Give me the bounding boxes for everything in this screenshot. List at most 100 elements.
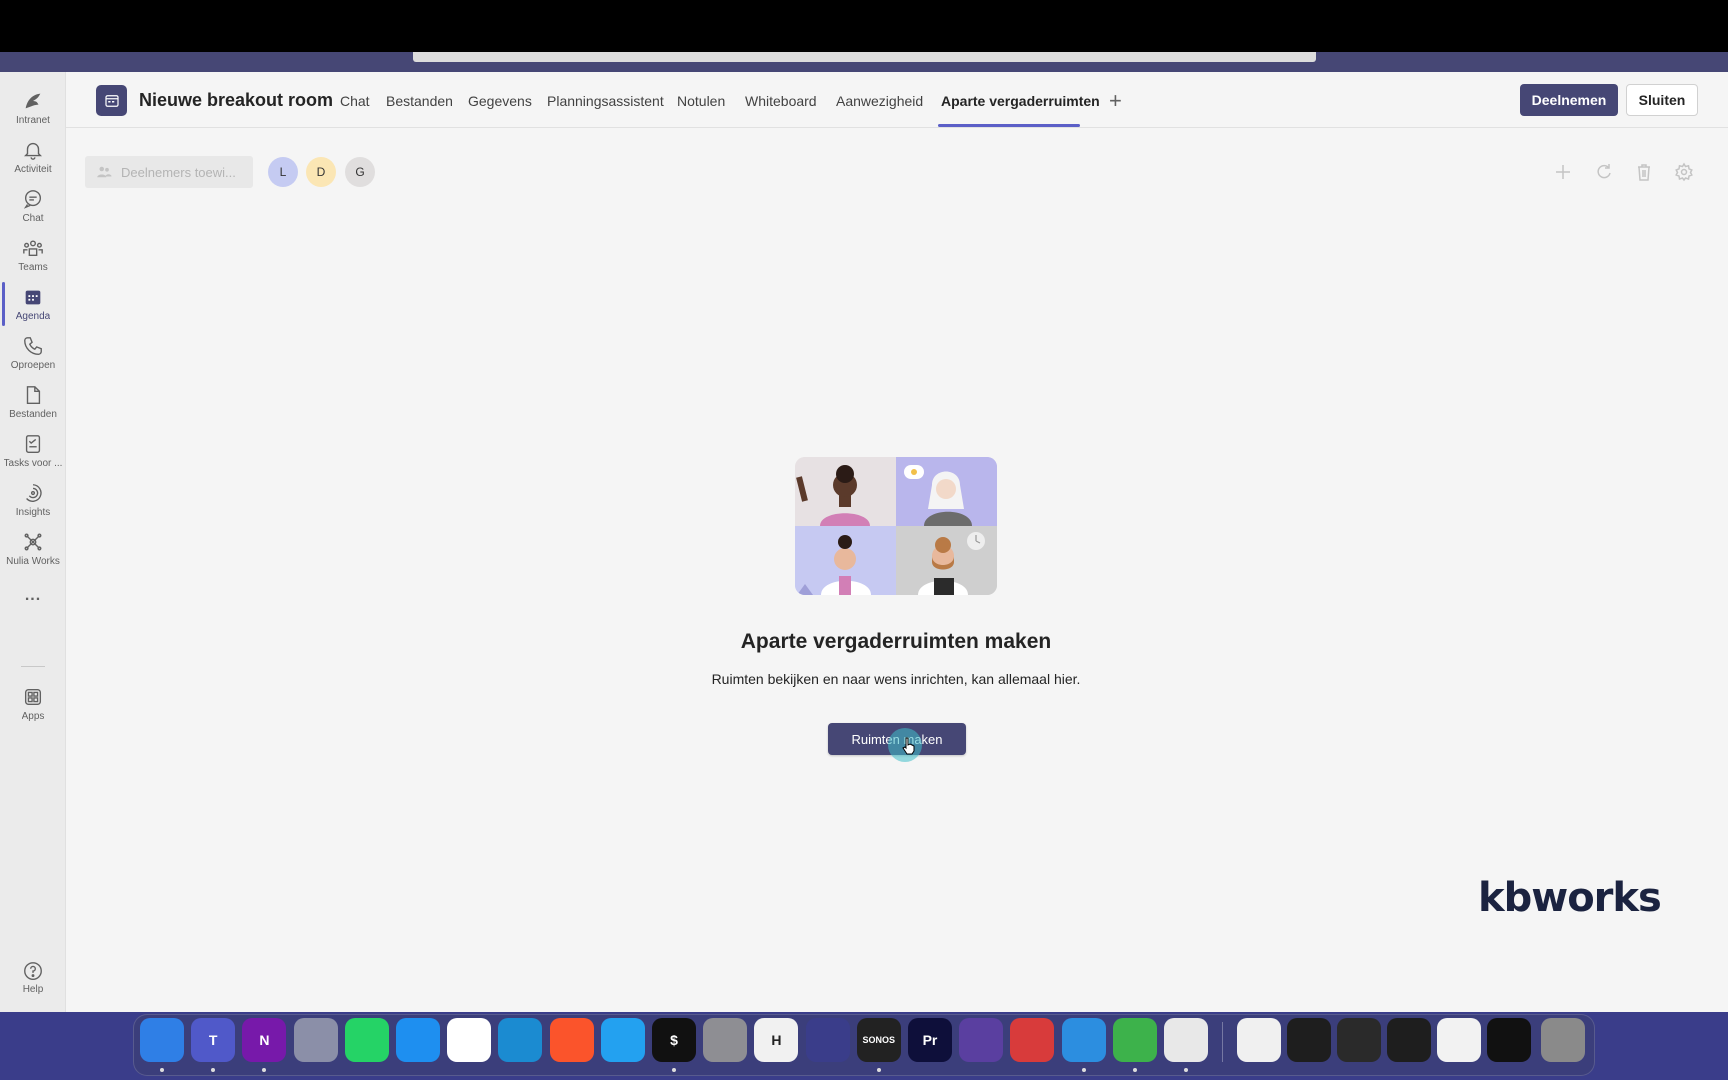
illustration-tile [795, 526, 896, 595]
calendar-icon [25, 290, 41, 305]
chat-icon [23, 190, 42, 209]
insights-icon [26, 484, 42, 502]
rail-label-calls: Oproepen [10, 360, 56, 371]
dock-app-hemingway[interactable]: H [754, 1018, 799, 1062]
tab-files[interactable]: Bestanden [386, 93, 453, 109]
rail-item-insights[interactable]: Insights [0, 474, 66, 526]
dock-recent-window[interactable] [1387, 1018, 1431, 1062]
dock-app-numbers[interactable] [1112, 1018, 1157, 1062]
add-room-icon[interactable] [1553, 162, 1573, 182]
rail-label-activity: Activiteit [14, 164, 52, 175]
tab-whiteboard[interactable]: Whiteboard [745, 93, 817, 109]
dock-app-teams[interactable]: T [191, 1018, 236, 1062]
dock-app-remote-desktop[interactable] [1010, 1018, 1055, 1062]
page-title: Nieuwe breakout room [139, 90, 334, 110]
close-button[interactable]: Sluiten [1626, 84, 1698, 116]
meeting-header: Nieuwe breakout room Chat Bestanden Gege… [66, 72, 1728, 128]
rail-item-intranet[interactable]: Intranet [0, 82, 66, 134]
dock-app-system-preferences[interactable] [703, 1018, 748, 1062]
dock-app-brave[interactable] [549, 1018, 594, 1062]
dock-app-edge[interactable] [498, 1018, 543, 1062]
rail-item-tasks[interactable]: Tasks voor ... [0, 425, 66, 477]
rail-label-chat: Chat [22, 213, 44, 224]
bell-icon [24, 142, 42, 160]
dock-app-safari[interactable] [396, 1018, 440, 1062]
teams-window: Intranet Activiteit Chat Teams Agenda Op… [0, 72, 1728, 1012]
dock-recent-window[interactable] [1287, 1018, 1331, 1062]
file-icon [26, 386, 41, 404]
dock-app-vscode[interactable] [600, 1018, 645, 1062]
avatar[interactable]: G [345, 157, 375, 187]
rail-item-activity[interactable]: Activiteit [0, 131, 66, 183]
rail-item-calls[interactable]: Oproepen [0, 327, 66, 379]
settings-icon[interactable] [1674, 162, 1694, 182]
dock-divider [1222, 1022, 1223, 1062]
tab-details[interactable]: Gegevens [468, 93, 532, 109]
nulia-icon [24, 533, 42, 551]
rail-label-insights: Insights [15, 507, 51, 518]
dock-app-todo[interactable] [805, 1018, 850, 1062]
dock-running-indicator [672, 1068, 676, 1072]
rail-item-chat[interactable]: Chat [0, 180, 66, 232]
hand-cursor-icon [902, 737, 915, 755]
rail-item-teams[interactable]: Teams [0, 229, 66, 281]
avatar-initial: L [279, 165, 287, 179]
illustration-tile [896, 526, 997, 595]
dock-running-indicator [1081, 1068, 1086, 1072]
dock-app-whatsapp[interactable] [344, 1018, 389, 1062]
rail-item-agenda[interactable]: Agenda [0, 278, 66, 330]
dock-app-windows-app[interactable] [1061, 1018, 1106, 1062]
dock-running-indicator [1184, 1068, 1188, 1072]
dock-app-parallels[interactable] [1164, 1018, 1208, 1062]
tab-scheduling-assistant[interactable]: Planningsassistent [547, 93, 664, 109]
dock-running-indicator [876, 1068, 881, 1072]
dock-app-launchpad[interactable] [293, 1018, 338, 1062]
tab-chat[interactable]: Chat [340, 93, 370, 109]
dock-recent-window[interactable] [1337, 1018, 1381, 1062]
tab-breakout-rooms[interactable]: Aparte vergaderruimten [941, 93, 1100, 109]
assign-participants-button[interactable]: Deelnemers toewi... [85, 156, 253, 188]
illustration-tile [795, 457, 896, 526]
brand-logo: kbworks [1478, 875, 1662, 921]
avatar[interactable]: L [268, 157, 298, 187]
dock-app-sonos[interactable]: SONOS [856, 1018, 901, 1062]
dock-running-indicator [1132, 1068, 1137, 1072]
tab-meeting-notes[interactable]: Notulen [677, 93, 725, 109]
dock-app-github[interactable] [959, 1018, 1004, 1062]
empty-state-title: Aparte vergaderruimten maken [740, 630, 1052, 653]
illustration-tile [896, 457, 997, 526]
rail-label-teams: Teams [18, 262, 48, 273]
avatar[interactable]: D [306, 157, 336, 187]
dock-recent-window[interactable] [1487, 1018, 1531, 1062]
dock-app-chrome[interactable] [447, 1018, 492, 1062]
assign-participants-label: Deelnemers toewi... [121, 164, 236, 180]
add-tab-icon[interactable]: + [1109, 88, 1122, 114]
help-label: Help [22, 984, 44, 995]
rail-item-apps[interactable]: Apps [0, 678, 66, 730]
tab-attendance[interactable]: Aanwezigheid [836, 93, 923, 109]
recreate-rooms-icon[interactable] [1594, 162, 1614, 182]
app-rail: Intranet Activiteit Chat Teams Agenda Op… [0, 72, 66, 1012]
dock-running-indicator [160, 1068, 164, 1072]
rail-label-intranet: Intranet [16, 115, 50, 126]
people-icon [97, 166, 112, 178]
title-search-bar[interactable] [413, 52, 1316, 62]
avatar-initial: G [355, 165, 365, 179]
rail-item-more[interactable]: ... [0, 570, 66, 622]
trash-icon[interactable] [1541, 1018, 1585, 1062]
rail-item-nulia[interactable]: Nulia Works [0, 523, 66, 575]
dock-recent-window[interactable] [1437, 1018, 1481, 1062]
dock-app-onenote[interactable]: N [242, 1018, 287, 1062]
dock-app-premiere[interactable]: Pr [908, 1018, 952, 1062]
dock-recent-window[interactable] [1237, 1018, 1281, 1062]
rail-label-apps: Apps [21, 711, 45, 722]
tasks-icon [25, 435, 41, 453]
dock-app-finder[interactable] [140, 1018, 184, 1062]
dock-app-terminal[interactable]: $ [652, 1018, 696, 1062]
rail-label-nulia: Nulia Works [6, 556, 60, 567]
rail-item-files[interactable]: Bestanden [0, 376, 66, 428]
delete-rooms-icon[interactable] [1634, 162, 1654, 182]
more-icon: ... [24, 587, 42, 604]
join-button[interactable]: Deelnemen [1520, 84, 1618, 116]
help-button[interactable]: Help [0, 960, 66, 1000]
